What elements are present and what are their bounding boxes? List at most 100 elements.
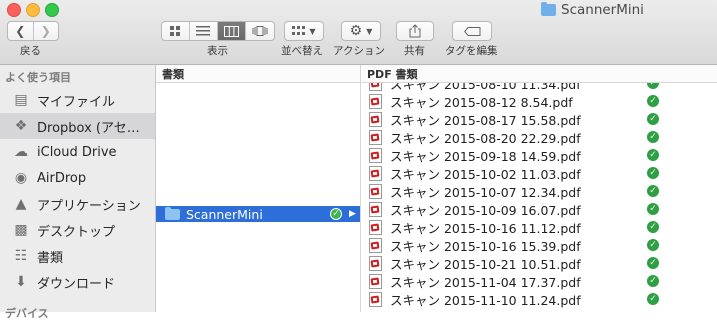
sidebar-item-label: AirDrop: [37, 170, 87, 186]
sidebar-item-icloud-drive[interactable]: ☁ iCloud Drive: [0, 139, 155, 165]
sync-check-icon: ✓: [647, 167, 659, 179]
pdf-file-icon: [369, 147, 382, 163]
sidebar-item-downloads[interactable]: ⬇ ダウンロード: [0, 269, 155, 295]
file-column: スキャン 2015-08-10 11.34.pdf ✓ スキャン 2015-08…: [361, 83, 717, 312]
arrange-button[interactable]: ▼: [284, 21, 324, 41]
column-header-label: PDF 書類: [367, 67, 418, 81]
zoom-window-button[interactable]: [45, 3, 59, 17]
dropbox-icon: ❖: [14, 118, 28, 134]
action-label: アクション: [333, 45, 385, 57]
share-icon: [409, 24, 421, 38]
icon-view-button[interactable]: [162, 22, 190, 40]
share-button[interactable]: [396, 21, 434, 41]
window-title: ScannerMini: [541, 1, 644, 19]
toolbar: ScannerMini ❮ ❯ 戻る 表示 ▼ 並べ替え ⚙ ▼ アクション 共…: [0, 0, 717, 65]
action-button[interactable]: ⚙ ▼: [341, 21, 381, 41]
sidebar: よく使う項目 ▤ マイファイル ❖ Dropbox (アセ… ☁ iCloud …: [0, 65, 156, 320]
file-name: スキャン 2015-09-18 14.59.pdf: [390, 148, 581, 164]
column-header-pdf-documents[interactable]: PDF 書類: [361, 65, 717, 83]
pdf-file-icon: [369, 83, 382, 91]
pdf-file-icon: [369, 111, 382, 127]
edit-tags-button[interactable]: [452, 21, 492, 41]
sidebar-item-desktop[interactable]: ▩ デスクトップ: [0, 217, 155, 243]
file-name: スキャン 2015-11-10 11.24.pdf: [390, 292, 581, 308]
file-row[interactable]: スキャン 2015-08-12 8.54.pdf ✓: [361, 92, 717, 110]
gear-icon: ⚙: [349, 23, 363, 39]
back-button[interactable]: ❮: [8, 22, 34, 40]
sync-check-icon: ✓: [647, 185, 659, 197]
file-row[interactable]: スキャン 2015-10-21 10.51.pdf ✓: [361, 254, 717, 272]
file-row[interactable]: スキャン 2015-11-04 17.37.pdf ✓: [361, 272, 717, 290]
chevron-down-icon: ▼: [366, 26, 373, 36]
sync-check-icon: ✓: [647, 275, 659, 287]
file-row[interactable]: スキャン 2015-10-02 11.03.pdf ✓: [361, 164, 717, 182]
share-label: 共有: [404, 45, 425, 57]
file-name: スキャン 2015-10-16 15.39.pdf: [390, 238, 581, 254]
sync-check-icon: ✓: [647, 149, 659, 161]
sync-check-icon: ✓: [647, 131, 659, 143]
view-label: 表示: [207, 45, 228, 57]
file-row[interactable]: スキャン 2015-10-09 16.07.pdf ✓: [361, 200, 717, 218]
file-row[interactable]: スキャン 2015-10-07 12.34.pdf ✓: [361, 182, 717, 200]
file-name: スキャン 2015-08-17 15.58.pdf: [390, 112, 581, 128]
all-my-files-icon: ▤: [14, 92, 28, 108]
pdf-file-icon: [369, 129, 382, 145]
sidebar-item-label: デスクトップ: [37, 224, 116, 240]
file-row[interactable]: スキャン 2015-10-16 15.39.pdf ✓: [361, 236, 717, 254]
file-row[interactable]: スキャン 2015-08-17 15.58.pdf ✓: [361, 110, 717, 128]
sidebar-item-all-my-files[interactable]: ▤ マイファイル: [0, 87, 155, 113]
sidebar-item-label: ダウンロード: [37, 276, 116, 292]
sync-check-icon: ✓: [330, 208, 342, 220]
folder-row-scannermini[interactable]: ScannerMini ✓ ▶: [156, 206, 360, 222]
pdf-file-icon: [369, 165, 382, 181]
sidebar-item-documents[interactable]: ☷ 書類: [0, 243, 155, 269]
sidebar-item-label: 書類: [37, 250, 64, 266]
folder-column: ScannerMini ✓ ▶: [156, 83, 361, 312]
column-header-documents[interactable]: 書類: [156, 65, 361, 83]
list-view-icon: [196, 26, 211, 36]
file-name: スキャン 2015-11-04 17.37.pdf: [390, 274, 581, 290]
folder-icon: [541, 2, 556, 16]
sync-check-icon: ✓: [647, 239, 659, 251]
pdf-file-icon: [369, 183, 382, 199]
forward-button[interactable]: ❯: [34, 22, 59, 40]
chevron-right-icon: ❯: [40, 24, 51, 38]
minimize-window-button[interactable]: [26, 3, 40, 17]
close-window-button[interactable]: [7, 3, 21, 17]
coverflow-view-button[interactable]: [246, 22, 274, 40]
tags-label: タグを編集: [445, 45, 498, 57]
column-view-button[interactable]: [217, 22, 247, 40]
arrange-icon: [292, 26, 306, 35]
sync-check-icon: ✓: [647, 203, 659, 215]
sidebar-item-label: iCloud Drive: [37, 144, 117, 160]
file-name: スキャン 2015-08-12 8.54.pdf: [390, 94, 573, 110]
sidebar-item-label: アプリケーション: [37, 198, 141, 214]
file-name: スキャン 2015-10-16 11.12.pdf: [390, 220, 581, 236]
applications-icon: ▲: [15, 196, 27, 212]
file-row[interactable]: スキャン 2015-10-16 11.12.pdf ✓: [361, 218, 717, 236]
arrange-label: 並べ替え: [281, 45, 323, 57]
file-name: スキャン 2015-08-20 22.29.pdf: [390, 130, 581, 146]
file-row[interactable]: スキャン 2015-08-20 22.29.pdf ✓: [361, 128, 717, 146]
sidebar-item-airdrop[interactable]: ◉ AirDrop: [0, 165, 155, 191]
sidebar-item-applications[interactable]: ▲ アプリケーション: [0, 191, 155, 217]
sync-check-icon: ✓: [647, 113, 659, 125]
file-row[interactable]: スキャン 2015-11-10 11.24.pdf ✓: [361, 290, 717, 308]
sidebar-item-dropbox[interactable]: ❖ Dropbox (アセ…: [0, 113, 155, 139]
list-view-button[interactable]: [190, 22, 218, 40]
file-row[interactable]: スキャン 2015-09-18 14.59.pdf ✓: [361, 146, 717, 164]
downloads-icon: ⬇: [15, 274, 27, 290]
airdrop-icon: ◉: [14, 170, 28, 186]
sync-check-icon: ✓: [647, 293, 659, 305]
folder-icon: [165, 206, 180, 220]
column-view-icon: [223, 25, 239, 37]
pdf-file-icon: [369, 219, 382, 235]
pdf-file-icon: [369, 237, 382, 253]
sync-check-icon: ✓: [647, 83, 659, 89]
sidebar-item-label: Dropbox (アセ…: [37, 120, 140, 136]
sidebar-item-label: マイファイル: [37, 94, 116, 110]
coverflow-view-icon: [252, 26, 268, 36]
sync-check-icon: ✓: [647, 95, 659, 107]
pdf-file-icon: [369, 273, 382, 289]
chevron-left-icon: ❮: [15, 24, 26, 38]
